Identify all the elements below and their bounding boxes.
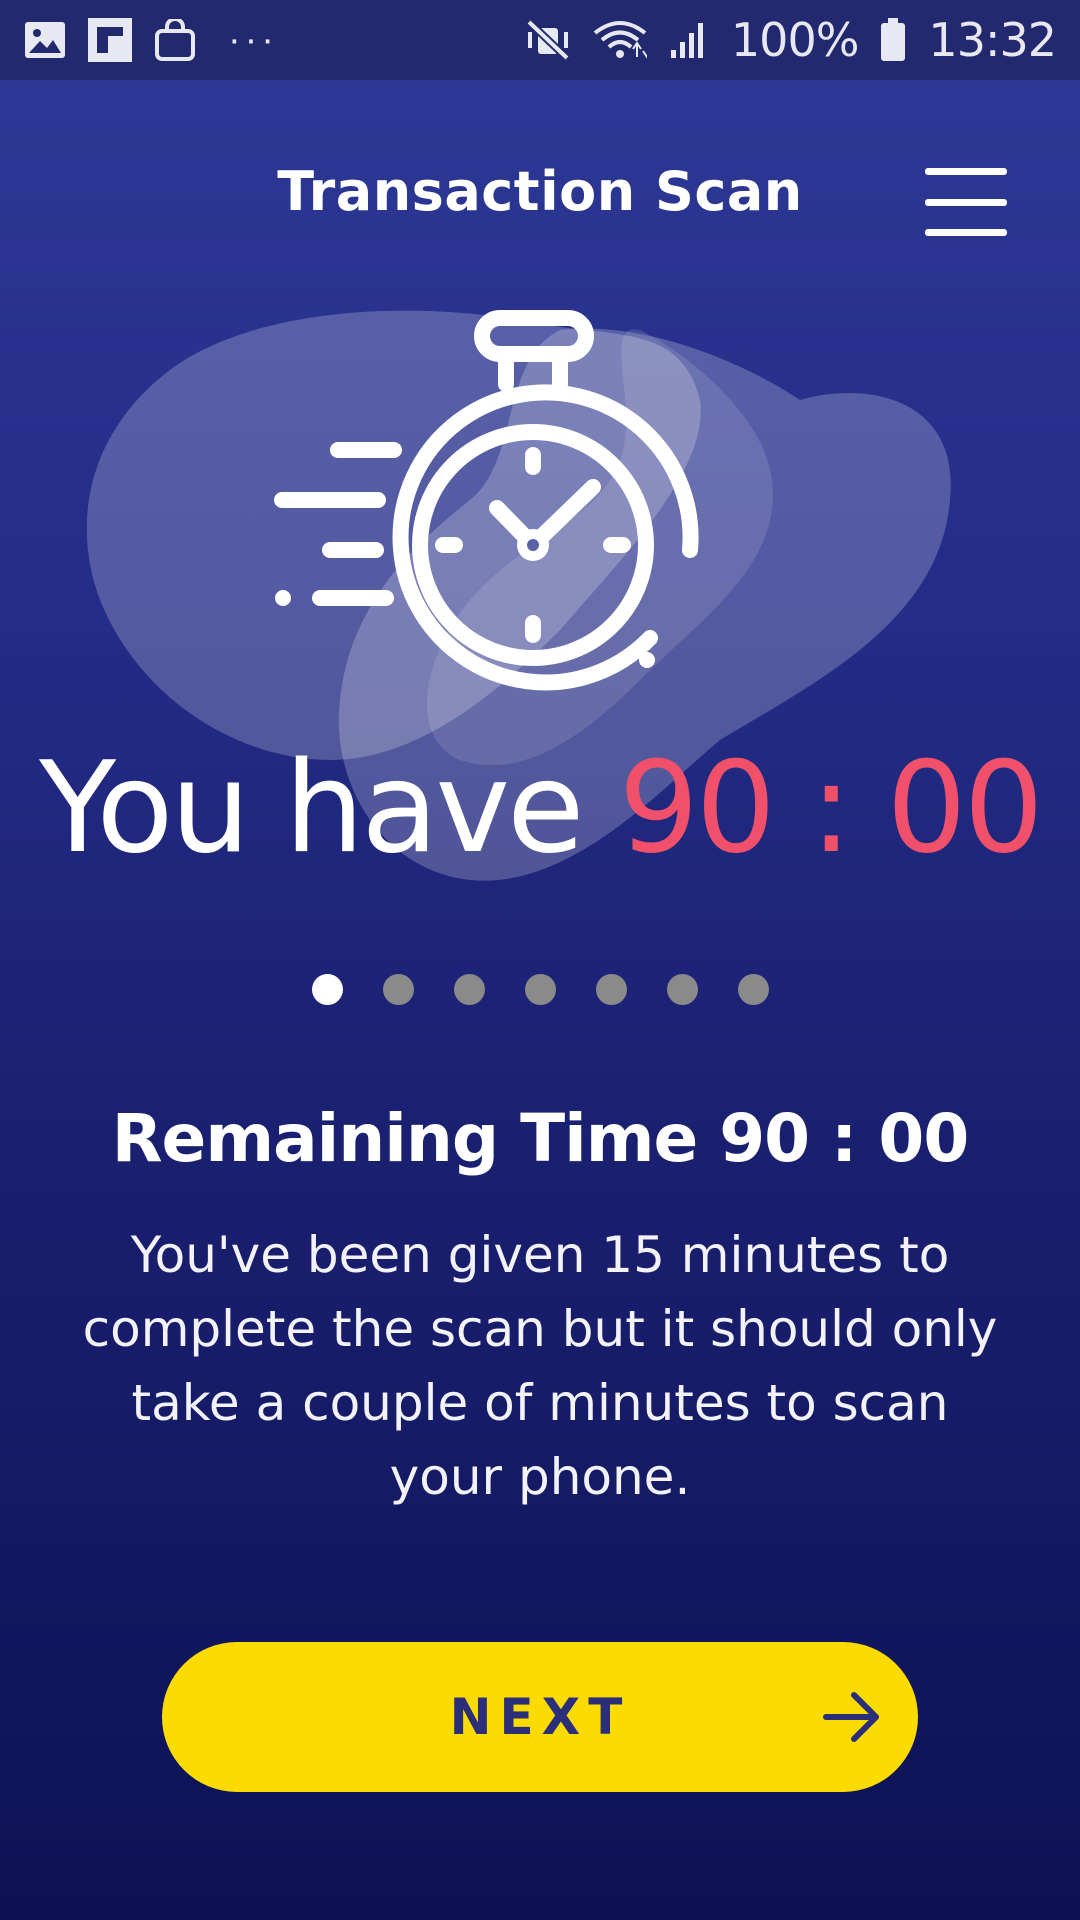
page-dot-3[interactable] (453, 974, 485, 1005)
timer-headline: You have 90 : 00 (0, 738, 1080, 878)
page-dot-2[interactable] (382, 974, 414, 1005)
page-dot-1-active[interactable] (311, 974, 343, 1005)
remaining-time-title: Remaining Time 90 : 00 (111, 1100, 970, 1177)
page-indicator (0, 974, 1080, 1005)
shopping-bag-icon (154, 19, 196, 61)
timer-prefix: You have (39, 734, 584, 881)
battery-percentage: 100% (730, 13, 860, 67)
status-bar-left: ··· (24, 18, 278, 62)
next-button[interactable]: NEXT (162, 1642, 918, 1792)
more-notifications-icon: ··· (228, 18, 278, 61)
page-dot-4[interactable] (524, 974, 556, 1005)
menu-line (925, 229, 1007, 236)
page-dot-7[interactable] (737, 974, 769, 1005)
wifi-icon (593, 19, 647, 61)
battery-icon (880, 18, 906, 62)
hamburger-menu-icon[interactable] (925, 168, 1007, 236)
signal-icon (669, 20, 709, 60)
gallery-icon (24, 21, 66, 59)
menu-line (925, 198, 1007, 206)
flipboard-icon (88, 18, 132, 62)
timer-value: 90 : 00 (618, 734, 1044, 881)
status-bar: ··· 100% 13:32 (0, 0, 1080, 80)
mute-icon (525, 20, 571, 60)
scan-description: You've been given 15 minutes to complete… (82, 1226, 998, 1506)
arrow-right-icon (822, 1690, 882, 1749)
page-dot-6[interactable] (666, 974, 698, 1005)
status-bar-right: 100% 13:32 (525, 13, 1057, 67)
next-button-label: NEXT (449, 1688, 631, 1746)
page-dot-5[interactable] (595, 974, 627, 1005)
page-title: Transaction Scan (277, 160, 803, 223)
menu-line (925, 168, 1007, 175)
status-time: 13:32 (928, 13, 1057, 67)
